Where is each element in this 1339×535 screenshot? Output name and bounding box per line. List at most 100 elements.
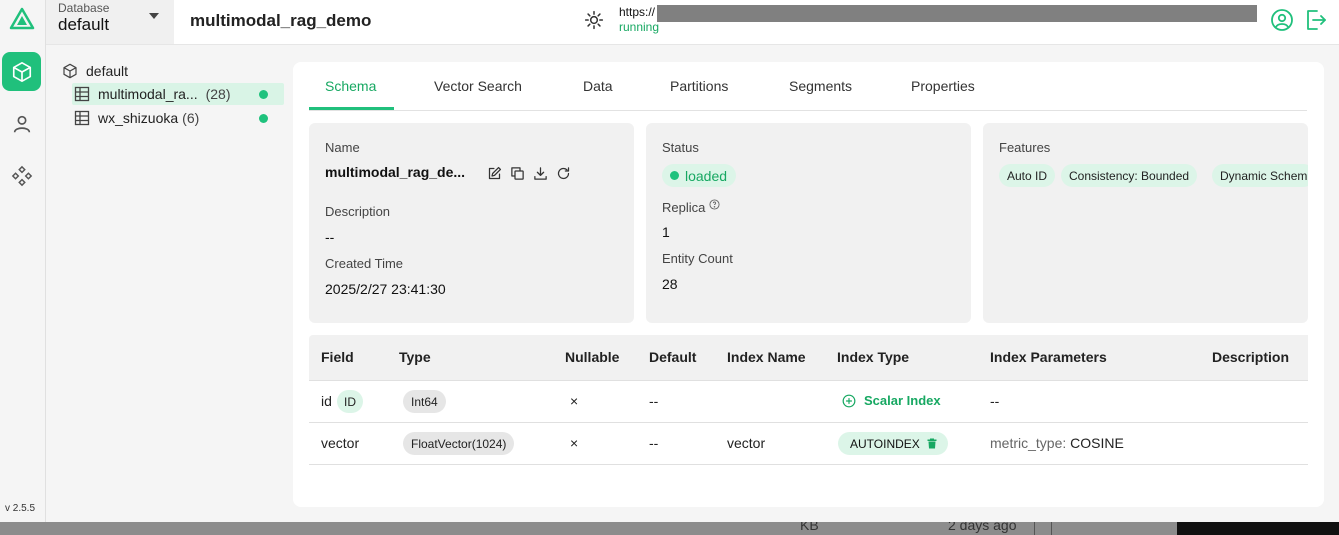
redacted-url-bar [657, 5, 1257, 22]
feature-badge: Consistency: Bounded [1061, 164, 1198, 187]
refresh-icon[interactable] [556, 166, 571, 181]
tree-root-database[interactable]: default [62, 63, 128, 79]
tree-item-collection[interactable]: wx_shizuoka (6) [72, 107, 284, 129]
background-dark-block [1177, 522, 1339, 535]
left-rail: v 2.5.5 [0, 0, 46, 522]
created-time-label: Created Time [325, 256, 404, 271]
column-header: Nullable [565, 349, 620, 365]
cube-icon [12, 61, 31, 82]
diamond-grid-icon [11, 165, 32, 186]
collection-name: multimodal_rag_de... [325, 164, 466, 180]
version-label: v 2.5.5 [5, 503, 36, 514]
tree-item-collection[interactable]: multimodal_ra... (28) [72, 83, 284, 105]
copy-icon[interactable] [510, 166, 525, 181]
column-header: Description [1212, 349, 1290, 365]
nullable-value: × [570, 435, 579, 451]
status-label: Status [662, 140, 699, 155]
milvus-logo-icon [9, 7, 35, 30]
background-modified-text: 2 days ago [948, 522, 1017, 533]
replica-value: 1 [662, 224, 670, 240]
background-size-text: KB [800, 522, 819, 533]
status-panel: Status loaded Replica 1 Entity Count 28 [646, 123, 971, 323]
database-label: Database [58, 1, 110, 15]
user-icon [13, 115, 30, 133]
tab-data[interactable]: Data [583, 78, 613, 94]
tab-schema[interactable]: Schema [325, 78, 376, 94]
tree-item-count: (28) [205, 86, 231, 102]
tab-bar: Schema Vector Search Data Partitions Seg… [309, 62, 1307, 111]
scalar-index-label: Scalar Index [864, 393, 941, 408]
created-time-value: 2025/2/27 23:41:30 [325, 281, 446, 297]
table-row: vector FloatVector(1024) × -- vector AUT… [309, 423, 1308, 465]
entity-count-label: Entity Count [662, 251, 733, 266]
download-icon[interactable] [533, 166, 548, 181]
status-value: loaded [685, 167, 728, 184]
index-param-key: metric_type: [990, 435, 1067, 451]
nav-system-button[interactable] [2, 156, 41, 195]
app-window: v 2.5.5 Database default multimodal_rag_… [0, 0, 1339, 522]
create-scalar-index-button[interactable]: Scalar Index [842, 393, 941, 408]
background-divider [1034, 522, 1035, 535]
column-header: Index Name [727, 349, 806, 365]
feature-badge: Auto ID [999, 164, 1056, 187]
database-select[interactable]: Database default [46, 0, 174, 44]
page-title: multimodal_rag_demo [190, 11, 372, 30]
description-label: Description [325, 204, 391, 219]
cube-icon [63, 63, 77, 79]
plus-circle-icon [842, 394, 856, 407]
column-header: Default [649, 349, 697, 365]
field-name: id [321, 393, 332, 409]
collection-detail-card: Schema Vector Search Data Partitions Seg… [293, 62, 1324, 507]
tab-properties[interactable]: Properties [911, 78, 975, 94]
collection-info-panel: Name multimodal_rag_de... Description --… [309, 123, 634, 323]
tab-vector-search[interactable]: Vector Search [434, 78, 522, 94]
default-value: -- [649, 393, 659, 409]
entity-count-value: 28 [662, 276, 678, 292]
features-label: Features [999, 140, 1051, 155]
tree-item-label: wx_shizuoka [98, 110, 179, 126]
column-header: Index Parameters [990, 349, 1107, 365]
column-header: Field [321, 349, 354, 365]
index-param-value: COSINE [1070, 435, 1124, 451]
status-badge: loaded [662, 164, 737, 187]
column-header: Type [399, 349, 431, 365]
logout-icon[interactable] [1303, 8, 1327, 32]
type-badge: Int64 [403, 390, 446, 413]
index-type-badge: AUTOINDEX [838, 432, 948, 455]
database-value: default [58, 15, 110, 34]
index-params-value: -- [990, 393, 1000, 409]
edit-icon[interactable] [487, 166, 502, 181]
replica-label-text: Replica [662, 200, 706, 215]
type-badge: FloatVector(1024) [403, 432, 515, 455]
replica-label: Replica [662, 199, 720, 215]
loaded-status-dot [259, 114, 268, 123]
table-header-row: Field Type Nullable Default Index Name I… [309, 335, 1308, 381]
feature-badge: Dynamic Schem [1212, 164, 1308, 187]
index-name-value: vector [727, 435, 766, 451]
top-header: Database default multimodal_rag_demo htt… [46, 0, 1339, 45]
account-icon[interactable] [1270, 8, 1294, 32]
collection-actions [487, 166, 571, 181]
nav-users-button[interactable] [2, 104, 41, 143]
server-url-prefix: https:// [619, 5, 656, 19]
help-icon[interactable] [709, 199, 720, 210]
active-tab-indicator [309, 107, 394, 110]
primary-key-badge: ID [337, 390, 363, 413]
trash-icon[interactable] [926, 437, 938, 450]
caret-down-icon [149, 13, 159, 19]
nav-collections-button[interactable] [2, 52, 41, 91]
table-row: id ID Int64 × -- Scalar Index -- [309, 381, 1308, 423]
background-divider [1051, 522, 1052, 535]
field-name: vector [321, 435, 360, 451]
features-panel: Features Auto ID Consistency: Bounded Dy… [983, 123, 1308, 323]
sun-icon[interactable] [584, 10, 604, 30]
description-value: -- [325, 229, 335, 245]
tab-partitions[interactable]: Partitions [670, 78, 728, 94]
index-params-value: metric_type: COSINE [990, 435, 1124, 451]
background-window-strip: KB 2 days ago [0, 522, 1339, 535]
nullable-value: × [570, 393, 579, 409]
table-icon [74, 86, 90, 102]
tab-segments[interactable]: Segments [789, 78, 852, 94]
tree-item-count: (6) [182, 110, 200, 126]
table-icon [74, 110, 90, 126]
